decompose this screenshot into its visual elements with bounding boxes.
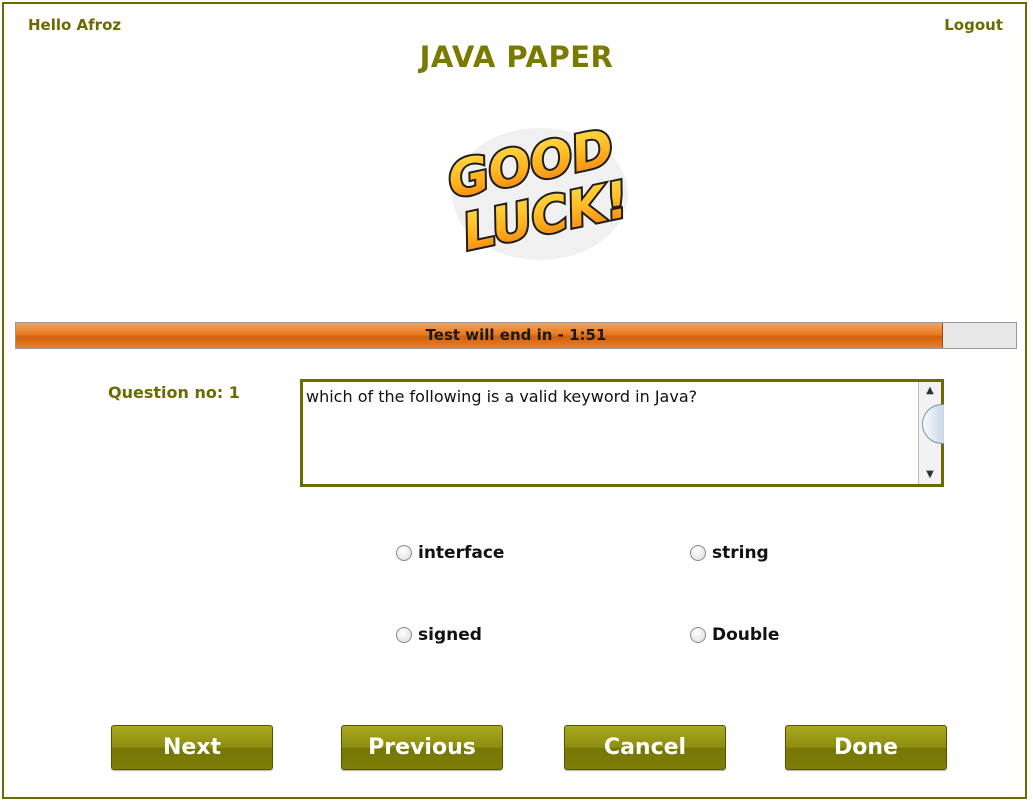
scroll-up-arrow-icon[interactable]: ▲ — [919, 384, 941, 398]
next-button[interactable]: Next — [111, 725, 273, 770]
option-signed[interactable]: signed — [396, 625, 482, 645]
radio-icon[interactable] — [396, 627, 412, 643]
timer-progress-bar: Test will end in - 1:51 — [15, 322, 1017, 349]
option-label: string — [712, 543, 769, 563]
done-button[interactable]: Done — [785, 725, 947, 770]
question-text: which of the following is a valid keywor… — [306, 387, 698, 406]
option-label: signed — [418, 625, 482, 645]
scroll-down-arrow-icon[interactable]: ▼ — [919, 468, 941, 482]
option-label: interface — [418, 543, 505, 563]
option-string[interactable]: string — [690, 543, 769, 563]
cancel-button[interactable]: Cancel — [564, 725, 726, 770]
page-title: JAVA PAPER — [419, 40, 614, 74]
logout-link[interactable]: Logout — [944, 16, 1003, 34]
radio-icon[interactable] — [396, 545, 412, 561]
radio-icon[interactable] — [690, 545, 706, 561]
option-label: Double — [712, 625, 780, 645]
timer-text: Test will end in - 1:51 — [425, 326, 607, 344]
option-double[interactable]: Double — [690, 625, 779, 645]
greeting-text: Hello Afroz — [28, 16, 122, 34]
good-luck-logo: GOOD LUCK! — [441, 116, 636, 264]
question-number-label: Question no: 1 — [108, 383, 240, 402]
previous-button[interactable]: Previous — [341, 725, 503, 770]
scroll-thumb[interactable] — [922, 404, 944, 444]
question-text-area[interactable]: which of the following is a valid keywor… — [300, 379, 944, 487]
question-scrollbar[interactable]: ▲ ▼ — [918, 382, 944, 484]
option-interface[interactable]: interface — [396, 543, 504, 563]
radio-icon[interactable] — [690, 627, 706, 643]
